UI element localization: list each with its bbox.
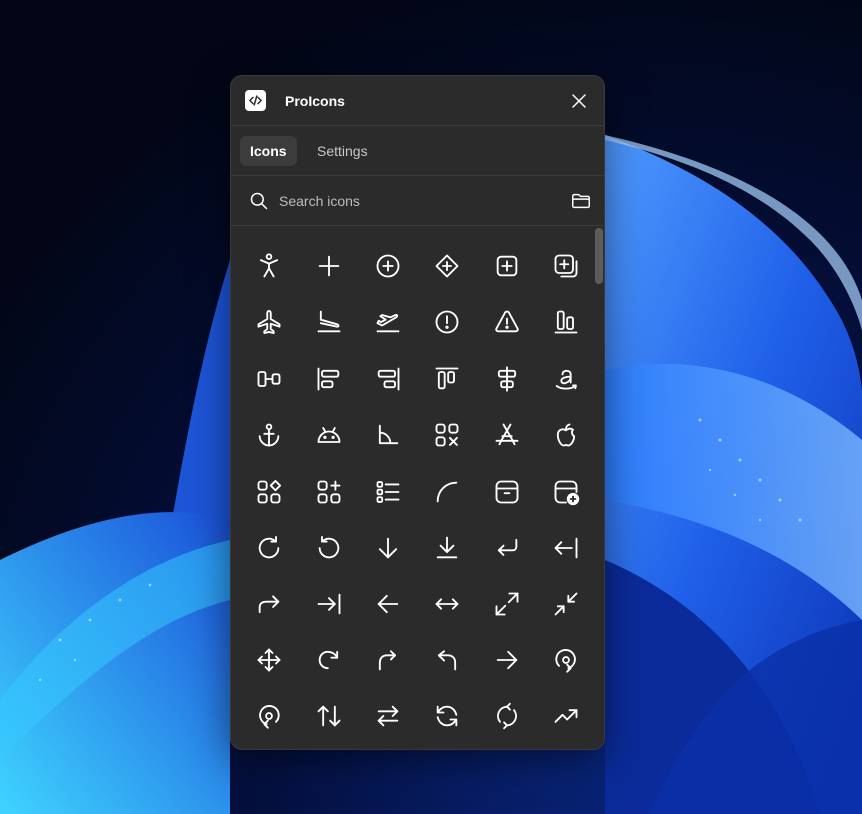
folder-icon[interactable] xyxy=(570,190,592,212)
alert-triangle-icon[interactable] xyxy=(487,302,527,342)
add-square-icon[interactable] xyxy=(487,246,527,286)
arrow-move-icon[interactable] xyxy=(249,640,289,680)
title-bar: ProIcons xyxy=(231,76,604,126)
arrow-rotate-counterclockwise-icon[interactable] xyxy=(249,696,289,736)
icon-grid xyxy=(231,226,604,749)
accessibility-icon[interactable] xyxy=(249,246,289,286)
arrow-maximize-icon[interactable] xyxy=(487,584,527,624)
align-right-icon[interactable] xyxy=(368,359,408,399)
anchor-icon[interactable] xyxy=(249,415,289,455)
android-icon[interactable] xyxy=(309,415,349,455)
archive-icon[interactable] xyxy=(487,472,527,512)
tab-bar: Icons Settings xyxy=(231,126,604,176)
alert-circle-icon[interactable] xyxy=(427,302,467,342)
arrow-reply-forward-icon[interactable] xyxy=(368,640,408,680)
align-bottom-icon[interactable] xyxy=(546,302,586,342)
apps-list-icon[interactable] xyxy=(368,472,408,512)
app-logo-icon xyxy=(245,90,266,111)
arrow-left-icon[interactable] xyxy=(368,584,408,624)
align-center-horizontal-icon[interactable] xyxy=(249,359,289,399)
airplane-landing-icon[interactable] xyxy=(309,302,349,342)
arrow-sync-icon[interactable] xyxy=(427,696,467,736)
arrow-counterclockwise-icon[interactable] xyxy=(309,528,349,568)
airplane-takeoff-icon[interactable] xyxy=(368,302,408,342)
arrow-right-icon[interactable] xyxy=(487,640,527,680)
archive-add-icon[interactable] xyxy=(546,472,586,512)
arrow-sort-icon[interactable] xyxy=(309,696,349,736)
arrow-export-left-icon[interactable] xyxy=(546,528,586,568)
arrow-down-icon[interactable] xyxy=(368,528,408,568)
amazon-icon[interactable] xyxy=(546,359,586,399)
arrow-enter-icon[interactable] xyxy=(487,528,527,568)
add-square-multiple-icon[interactable] xyxy=(546,246,586,286)
arrow-download-icon[interactable] xyxy=(427,528,467,568)
close-button[interactable] xyxy=(566,88,592,114)
arrow-left-right-icon[interactable] xyxy=(427,584,467,624)
arrow-minimize-icon[interactable] xyxy=(546,584,586,624)
scrollbar-thumb[interactable] xyxy=(595,228,603,284)
proicons-window: ProIcons Icons Settings xyxy=(230,75,605,750)
app-title: ProIcons xyxy=(285,93,345,109)
arrow-sync-circle-icon[interactable] xyxy=(487,696,527,736)
apps-icon[interactable] xyxy=(249,472,289,512)
arrow-reply-icon[interactable] xyxy=(427,640,467,680)
app-grid-remove-icon[interactable] xyxy=(427,415,467,455)
apps-add-icon[interactable] xyxy=(309,472,349,512)
angle-icon[interactable] xyxy=(368,415,408,455)
arc-icon[interactable] xyxy=(427,472,467,512)
tab-icons[interactable]: Icons xyxy=(240,136,297,166)
search-bar xyxy=(231,176,604,226)
search-input[interactable] xyxy=(279,188,549,214)
arrow-trending-icon[interactable] xyxy=(546,696,586,736)
align-top-icon[interactable] xyxy=(427,359,467,399)
airplane-icon[interactable] xyxy=(249,302,289,342)
add-diamond-icon[interactable] xyxy=(427,246,467,286)
app-store-icon[interactable] xyxy=(487,415,527,455)
add-circle-icon[interactable] xyxy=(368,246,408,286)
arrow-clockwise-icon[interactable] xyxy=(249,528,289,568)
add-icon[interactable] xyxy=(309,246,349,286)
arrow-rotate-clockwise-icon[interactable] xyxy=(546,640,586,680)
align-center-vertical-icon[interactable] xyxy=(487,359,527,399)
align-left-icon[interactable] xyxy=(309,359,349,399)
arrow-import-icon[interactable] xyxy=(309,584,349,624)
arrow-swap-icon[interactable] xyxy=(368,696,408,736)
arrow-forward-icon[interactable] xyxy=(249,584,289,624)
close-icon xyxy=(572,94,586,108)
arrow-redo-icon[interactable] xyxy=(309,640,349,680)
apple-icon[interactable] xyxy=(546,415,586,455)
tab-settings[interactable]: Settings xyxy=(307,136,378,166)
search-icon xyxy=(250,192,268,210)
